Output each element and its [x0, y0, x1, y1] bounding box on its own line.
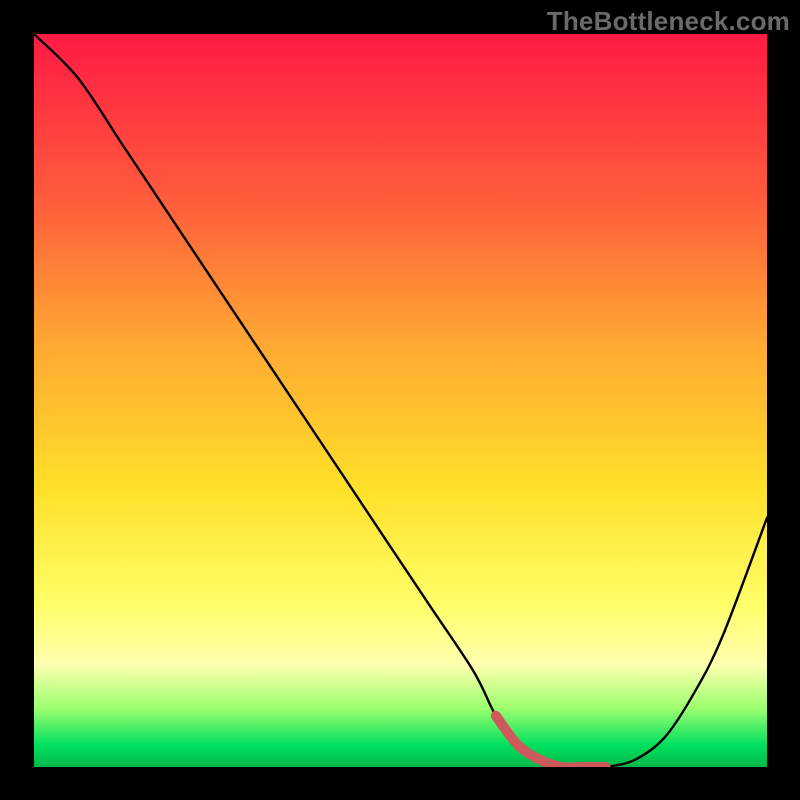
watermark-text: TheBottleneck.com	[547, 6, 790, 37]
chart-frame: TheBottleneck.com	[0, 0, 800, 800]
bottleneck-curve-path	[34, 34, 767, 767]
curve-svg	[34, 34, 767, 767]
plot-area	[34, 34, 767, 767]
bottleneck-highlight-path	[496, 716, 606, 767]
